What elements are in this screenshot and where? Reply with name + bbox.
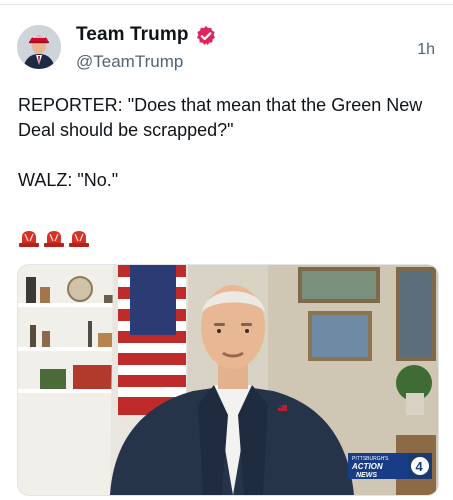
avatar-image [17, 25, 61, 69]
post-media-video[interactable]: PITTSBURGH'S ACTION NEWS 4 [17, 264, 439, 496]
post-timestamp[interactable]: 1h [417, 41, 435, 59]
police-siren-icon [43, 229, 65, 247]
author-display-name[interactable]: Team Trump [76, 24, 189, 46]
post-text: REPORTER: "Does that mean that the Green… [18, 93, 438, 193]
post-paragraph-reporter: REPORTER: "Does that mean that the Green… [18, 95, 423, 140]
author-handle[interactable]: @TeamTrump [76, 52, 183, 72]
svg-text:ACTION: ACTION [351, 462, 383, 471]
police-siren-icon [18, 229, 40, 247]
svg-text:NEWS: NEWS [356, 472, 377, 479]
police-siren-icon [68, 229, 90, 247]
verified-badge-icon [195, 25, 217, 47]
svg-text:4: 4 [416, 459, 424, 474]
post-paragraph-walz: WALZ: "No." [18, 170, 119, 190]
top-divider [0, 4, 453, 5]
action-news-logo: PITTSBURGH'S ACTION NEWS 4 [348, 453, 432, 479]
profile-avatar[interactable] [17, 25, 61, 69]
emoji-row [18, 229, 90, 247]
